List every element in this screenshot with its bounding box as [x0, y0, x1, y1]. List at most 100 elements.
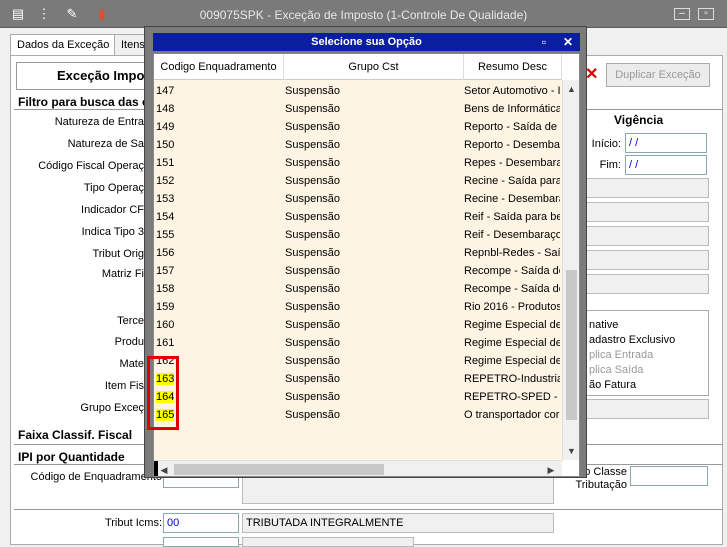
table-row[interactable]: 150 Suspensão Reporto - Desembar [154, 136, 562, 154]
field-label: Produ [114, 336, 144, 348]
table-row[interactable]: 160 Suspensão Regime Especial de / [154, 316, 562, 334]
scroll-right-icon[interactable]: ▶ [544, 463, 558, 476]
highlighted-code: 165 [156, 409, 175, 421]
table-row[interactable]: 153 Suspensão Recine - Desembara [154, 190, 562, 208]
table-cell-resumo: Recompe - Saída de [464, 283, 560, 295]
field-label: Tipo Operaç [83, 182, 144, 194]
readonly-field [585, 178, 709, 198]
table-cell-code: 152 [156, 175, 175, 187]
scroll-up-icon[interactable]: ▲ [563, 82, 579, 96]
faixa-section-title: Faixa Classif. Fiscal [18, 428, 133, 442]
table-row[interactable]: 162 Suspensão Regime Especial de / [154, 352, 562, 370]
table-cell-code: 155 [156, 229, 175, 241]
tab-dados-excecao[interactable]: Dados da Exceção [10, 34, 117, 56]
table-cell-grupo: Suspensão [285, 175, 341, 187]
table-row[interactable]: 158 Suspensão Recompe - Saída de [154, 280, 562, 298]
table-cell-code: 147 [156, 85, 175, 97]
table-row[interactable]: 159 Suspensão Rio 2016 - Produtos [154, 298, 562, 316]
classe-tributacao-field[interactable] [630, 466, 708, 486]
table-row[interactable]: 163 Suspensão REPETRO-Industrial [154, 370, 562, 388]
scroll-thumb[interactable] [566, 270, 577, 420]
table-cell-resumo: Repes - Desembarac [464, 157, 560, 169]
column-header-grupo[interactable]: Grupo Cst [284, 54, 464, 80]
duplicate-button[interactable]: Duplicar Exceção [606, 63, 710, 87]
select-option-dialog: Selecione sua Opção ▫ ✕ Codigo Enquadram… [144, 26, 587, 478]
table-cell-grupo: Suspensão [285, 283, 341, 295]
divider [14, 509, 723, 510]
table-row[interactable]: 165 Suspensão O transportador cor [154, 406, 562, 424]
table-cell-resumo: Reporto - Desembar [464, 139, 560, 151]
scroll-thumb[interactable] [174, 464, 384, 475]
tribut-icms-field[interactable]: 00 [163, 513, 239, 533]
table-cell-code: 160 [156, 319, 175, 331]
table-row[interactable]: 155 Suspensão Reif - Desembaraço [154, 226, 562, 244]
table-cell-grupo: Suspensão [285, 121, 341, 133]
minimize-icon[interactable]: – [674, 8, 690, 20]
table-cell-resumo: Recompe - Saída de [464, 265, 560, 277]
filter-section-title: Filtro para busca das e [18, 95, 149, 109]
table-row[interactable]: 147 Suspensão Setor Automotivo - I [154, 82, 562, 100]
option-item[interactable]: ão Fatura [586, 379, 708, 394]
fim-date-field[interactable]: / / [625, 155, 707, 175]
next-field-desc [242, 537, 414, 547]
table-cell-grupo: Suspensão [285, 157, 341, 169]
readonly-field [585, 274, 709, 294]
ipi-section-title: IPI por Quantidade [18, 450, 125, 464]
highlighted-code: 164 [156, 391, 175, 403]
restore-icon[interactable]: ▫ [698, 8, 714, 20]
table-cell-grupo: Suspensão [285, 409, 341, 421]
table-cell-grupo: Suspensão [285, 139, 341, 151]
table-row[interactable]: 164 Suspensão REPETRO-SPED - Ve [154, 388, 562, 406]
table-row[interactable]: 157 Suspensão Recompe - Saída de [154, 262, 562, 280]
dialog-title: Selecione sua Opção [311, 36, 422, 48]
field-label: Indicador CF [81, 204, 144, 216]
table-cell-code: 165 [156, 406, 284, 424]
field-label: Matriz Fi [101, 268, 144, 280]
column-header-resumo[interactable]: Resumo Desc [464, 54, 562, 80]
table-cell-code: 150 [156, 139, 175, 151]
table-cell-resumo: Rio 2016 - Produtos [464, 301, 560, 313]
table-cell-grupo: Suspensão [285, 373, 341, 385]
readonly-field [585, 250, 709, 270]
dialog-titlebar: Selecione sua Opção ▫ ✕ [153, 33, 580, 51]
inicio-date-field[interactable]: / / [625, 133, 707, 153]
table-cell-resumo: Recine - Desembara [464, 193, 560, 205]
table-cell-resumo: Regime Especial de / [464, 337, 560, 349]
table-row[interactable]: 148 Suspensão Bens de Informática [154, 100, 562, 118]
table-cell-resumo: O transportador cor [464, 409, 560, 421]
tab-label: Dados da Exceção [17, 39, 110, 51]
table-row[interactable]: 161 Suspensão Regime Especial de / [154, 334, 562, 352]
table-row[interactable]: 152 Suspensão Recine - Saída para [154, 172, 562, 190]
table-cell-resumo: Reporto - Saída de E [464, 121, 560, 133]
next-field[interactable] [163, 537, 239, 547]
vertical-scrollbar[interactable]: ▲ ▼ [562, 80, 579, 460]
field-label: Item Fis [104, 380, 144, 392]
table-row[interactable]: 149 Suspensão Reporto - Saída de E [154, 118, 562, 136]
column-header-codigo[interactable]: Codigo Enquadramento [154, 54, 284, 80]
table-cell-resumo: Recine - Saída para [464, 175, 560, 187]
option-item[interactable]: plica Entrada [586, 349, 708, 364]
options-list: native adastro Exclusivo plica Entrada p… [585, 310, 709, 396]
horizontal-scrollbar[interactable]: ◀ ▶ [154, 460, 562, 476]
field-label: Indica Tipo 3 [81, 226, 144, 238]
table-cell-grupo: Suspensão [285, 85, 341, 97]
table-cell-resumo: Regime Especial de / [464, 319, 560, 331]
maximize-icon[interactable]: ▫ [537, 35, 551, 49]
table-row[interactable]: 156 Suspensão Repnbl-Redes - Saíd [154, 244, 562, 262]
scroll-left-icon[interactable]: ◀ [158, 463, 170, 476]
table-row[interactable]: 154 Suspensão Reif - Saída para be [154, 208, 562, 226]
close-icon[interactable]: ✕ [561, 35, 575, 49]
table-cell-code: 156 [156, 247, 175, 259]
window-titlebar: ▤ ⋮ ✎ ▮ 009075SPK - Exceção de Imposto (… [0, 0, 727, 28]
table-cell-grupo: Suspensão [285, 337, 341, 349]
delete-icon[interactable]: ✕ [585, 65, 603, 85]
table-cell-grupo: Suspensão [285, 247, 341, 259]
table-cell-grupo: Suspensão [285, 211, 341, 223]
window-title: 009075SPK - Exceção de Imposto (1-Contro… [199, 8, 528, 22]
scroll-down-icon[interactable]: ▼ [563, 444, 579, 458]
option-item[interactable]: plica Saída [586, 364, 708, 379]
table-row[interactable]: 151 Suspensão Repes - Desembarac [154, 154, 562, 172]
option-item[interactable]: native [586, 319, 708, 334]
option-item[interactable]: adastro Exclusivo [586, 334, 708, 349]
readonly-field [585, 226, 709, 246]
